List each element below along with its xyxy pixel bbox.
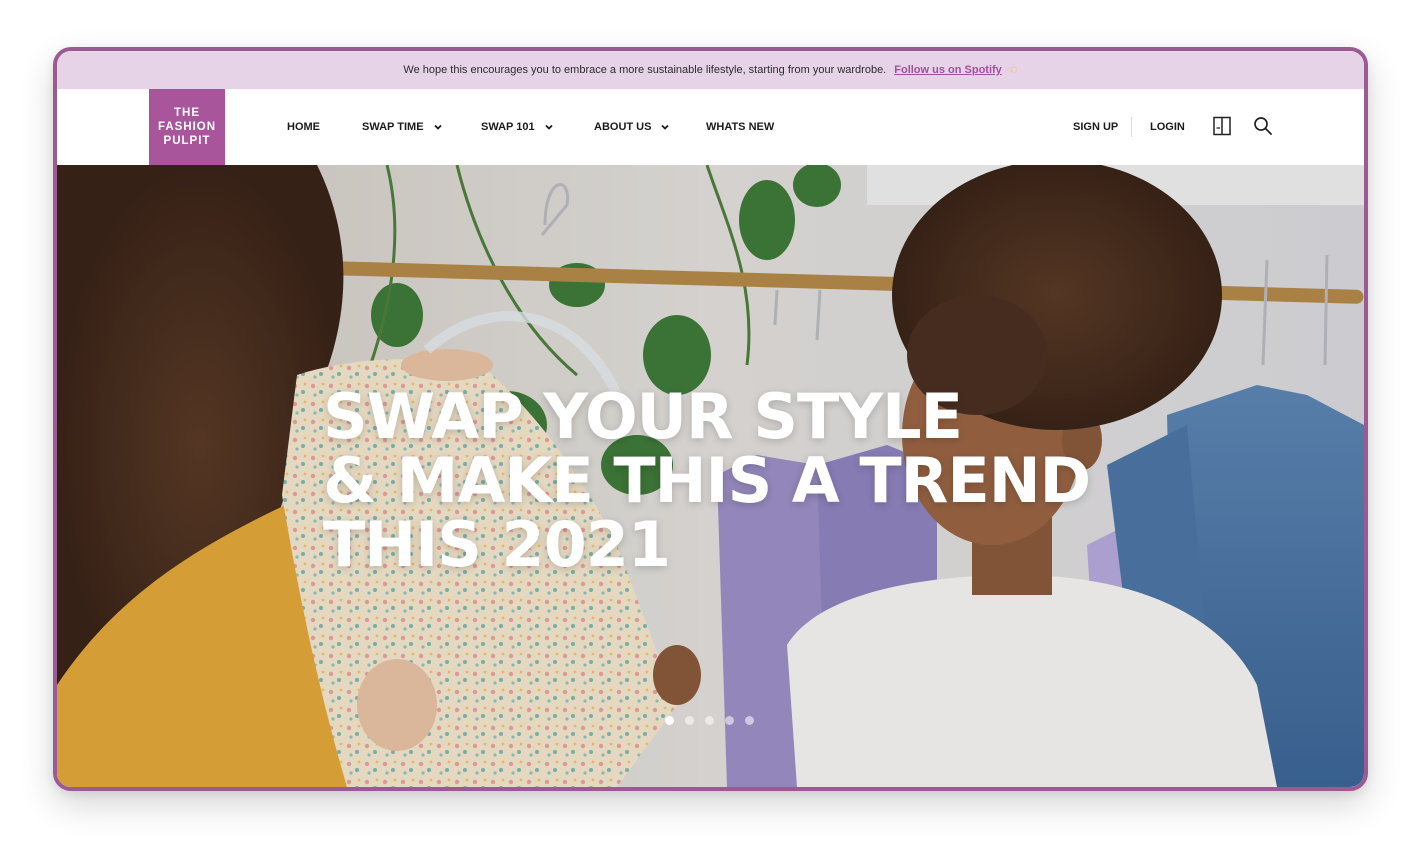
hero-headline: SWAP YOUR STYLE & MAKE THIS A TREND THIS… [323, 380, 1091, 581]
nav-item-home[interactable]: HOME [287, 89, 320, 165]
chevron-down-icon [661, 124, 670, 130]
carousel-dots [665, 716, 754, 725]
carousel-dot[interactable] [705, 716, 714, 725]
hero-banner: SWAP YOUR STYLE & MAKE THIS A TREND THIS… [57, 165, 1364, 787]
nav-whats-new-label: WHATS NEW [706, 121, 775, 133]
hero-headline-line-2: & MAKE THIS A TREND [323, 444, 1091, 517]
site-logo[interactable]: THE FASHION PULPIT [149, 89, 225, 165]
logo-line-2: FASHION [157, 121, 217, 133]
logo-line-3: PULPIT [163, 135, 211, 147]
carousel-dot[interactable] [725, 716, 734, 725]
nav-home-label: HOME [287, 121, 320, 133]
announcement-message: We hope this encourages you to embrace a… [403, 64, 887, 76]
logo-line-1: THE [174, 107, 200, 119]
chevron-down-icon [433, 124, 442, 130]
nav-item-whats-new[interactable]: WHATS NEW [706, 89, 774, 165]
sign-up-button[interactable]: SIGN UP [1073, 89, 1118, 165]
nav-swap-time-label: SWAP TIME [362, 121, 424, 133]
nav-item-swap-101[interactable]: SWAP 101 [481, 89, 554, 165]
nav-item-about-us[interactable]: ABOUT US [594, 89, 670, 165]
carousel-dot[interactable] [665, 716, 674, 725]
nav-divider [1131, 117, 1132, 137]
book-icon[interactable] [1211, 115, 1233, 137]
main-navbar: THE FASHION PULPIT HOME SWAP TIME SWAP 1… [57, 89, 1364, 165]
nav-item-swap-time[interactable]: SWAP TIME [362, 89, 443, 165]
nav-about-us-label: ABOUT US [594, 121, 652, 133]
login-button[interactable]: LOGIN [1150, 89, 1185, 165]
carousel-dot[interactable] [745, 716, 754, 725]
hero-headline-line-1: SWAP YOUR STYLE [323, 380, 963, 453]
hero-headline-line-3: THIS 2021 [323, 508, 671, 581]
carousel-dot[interactable] [685, 716, 694, 725]
browser-frame: We hope this encourages you to embrace a… [53, 47, 1368, 791]
sign-up-label: SIGN UP [1073, 121, 1119, 133]
spotify-link[interactable]: Follow us on Spotify [894, 64, 1002, 76]
search-icon[interactable] [1252, 115, 1274, 137]
login-label: LOGIN [1150, 121, 1185, 133]
nav-swap-101-label: SWAP 101 [481, 121, 535, 133]
announcement-bar: We hope this encourages you to embrace a… [57, 51, 1364, 89]
chevron-down-icon [544, 124, 553, 130]
pointing-hand-icon: ☜ [1006, 63, 1018, 77]
